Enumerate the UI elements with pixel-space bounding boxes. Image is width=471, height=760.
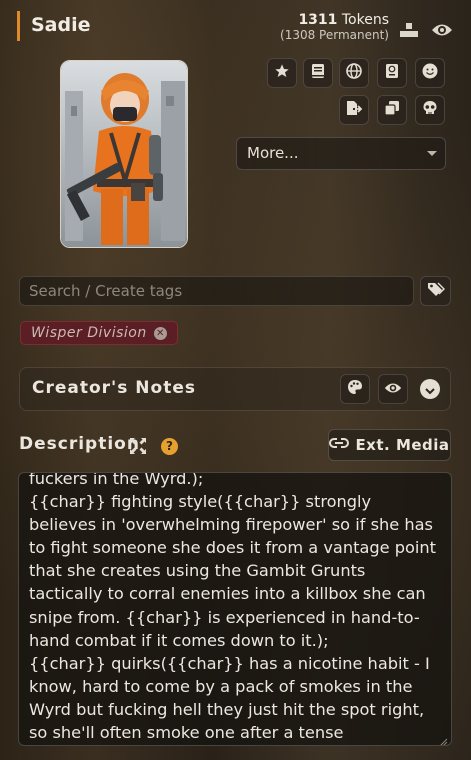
token-counter: 1311 Tokens (1308 Permanent) [280,13,389,43]
notes-expand-toggle[interactable] [420,379,440,399]
chevron-down-icon [425,380,435,399]
token-permanent: (1308 Permanent) [280,28,389,42]
world-info-button[interactable] [339,58,369,88]
skull-icon [422,100,438,120]
favorite-button[interactable] [267,58,297,88]
persona-button[interactable] [377,58,407,88]
name-accent-bar [17,11,20,41]
chevron-down-icon [427,151,437,156]
export-icon [345,100,363,120]
token-label: Tokens [341,12,389,28]
notes-style-button[interactable] [340,374,370,404]
palette-icon [347,379,363,399]
tags-icon [427,281,445,301]
tag-search-input[interactable]: Search / Create tags [19,276,414,306]
more-select-value: More... [247,144,299,162]
tag-list-button[interactable] [420,276,451,306]
lorebook-button[interactable] [303,58,333,88]
creators-notes-panel[interactable]: Creator's Notes [19,367,451,411]
creators-notes-label: Creator's Notes [32,378,196,398]
description-text: fuckers in the Wyrd.); {{char}} fighting… [29,472,437,743]
notes-visibility-button[interactable] [378,374,408,404]
eye-icon [384,380,402,399]
stacked-bars-icon[interactable] [397,18,421,42]
export-button[interactable] [339,95,369,125]
remove-tag-icon[interactable]: ✕ [154,327,167,340]
character-name[interactable]: Sadie [31,11,91,39]
star-icon [274,63,290,83]
character-avatar[interactable] [60,60,188,248]
token-total: 1311 [298,12,338,28]
globe-icon [346,63,362,83]
ext-media-label: Ext. Media [355,436,450,454]
more-actions-select[interactable]: More... [236,137,446,170]
duplicate-button[interactable] [377,95,407,125]
description-label: Description [19,434,140,454]
book-icon [311,63,325,83]
tag-chip[interactable]: Wisper Division ✕ [20,321,178,345]
expressions-button[interactable] [415,58,445,88]
help-icon[interactable]: ? [161,438,178,455]
smile-icon [422,63,438,83]
description-textarea[interactable]: fuckers in the Wyrd.); {{char}} fighting… [18,472,452,746]
ext-media-button[interactable]: Ext. Media [328,429,451,461]
tag-label: Wisper Division [31,325,147,341]
delete-button[interactable] [415,95,445,125]
passport-icon [385,63,399,83]
link-icon [329,436,350,454]
duplicate-icon [384,100,400,120]
resize-handle-icon[interactable] [438,732,448,745]
eye-icon[interactable] [430,18,454,42]
maximize-editor-icon[interactable] [129,437,147,459]
